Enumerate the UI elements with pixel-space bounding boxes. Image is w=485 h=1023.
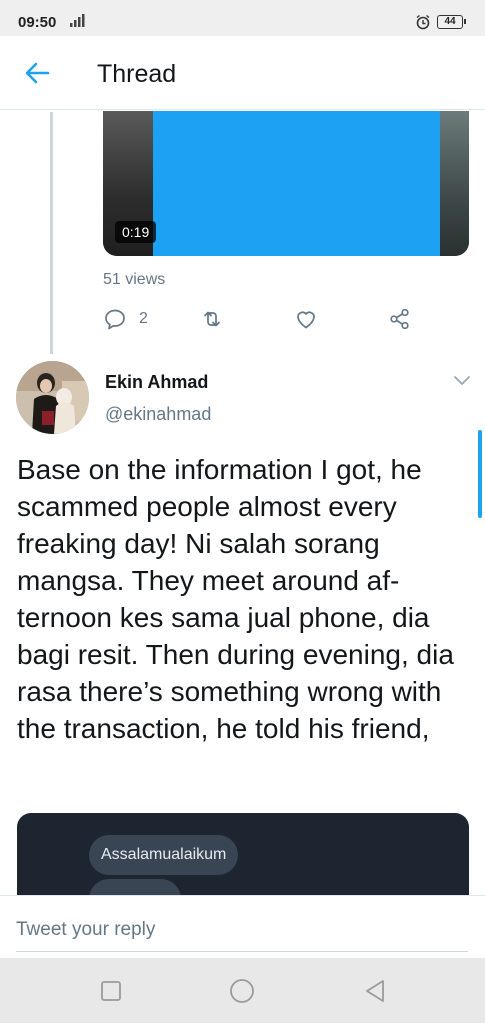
like-button[interactable] <box>294 306 318 332</box>
reply-input[interactable] <box>16 916 468 952</box>
video-frame-right <box>440 111 469 256</box>
author-name[interactable]: Ekin Ahmad <box>105 372 208 393</box>
avatar[interactable] <box>16 361 89 434</box>
author-handle[interactable]: @ekinahmad <box>105 404 211 425</box>
thread-connector-line <box>50 112 53 354</box>
share-icon <box>390 308 409 330</box>
thread-header: Thread <box>0 36 485 110</box>
view-count: 51 views <box>103 271 166 288</box>
share-button[interactable] <box>388 306 412 332</box>
reply-bar <box>0 895 485 958</box>
avatar-photo <box>16 361 89 434</box>
reply-button[interactable]: 2 <box>103 306 148 332</box>
status-time: 09:50 <box>18 14 57 31</box>
video-frame <box>153 111 440 256</box>
heart-icon <box>297 311 315 329</box>
signal-icon <box>70 14 85 27</box>
alarm-icon <box>416 14 430 30</box>
tweet-text: Base on the information I got, he scamme… <box>17 454 454 744</box>
page-title: Thread <box>97 60 177 88</box>
scrollbar[interactable] <box>478 430 482 518</box>
retweet-icon <box>204 311 220 327</box>
chevron-down-icon[interactable] <box>452 372 472 390</box>
home-icon[interactable] <box>227 976 257 1006</box>
status-bar: 09:50 44 <box>0 0 485 36</box>
back-triangle-icon[interactable] <box>360 976 390 1006</box>
reply-icon <box>105 309 125 330</box>
reply-count: 2 <box>139 310 148 327</box>
video-player[interactable]: 0:19 <box>103 111 469 256</box>
chat-bubble: Assalamualaikum <box>89 835 239 875</box>
video-duration: 0:19 <box>115 221 157 243</box>
recent-apps-icon[interactable] <box>96 976 126 1006</box>
system-navigation-bar <box>0 958 485 1023</box>
battery-indicator: 44 <box>437 15 466 29</box>
retweet-button[interactable] <box>200 306 224 332</box>
arrow-left-icon[interactable] <box>22 58 52 88</box>
